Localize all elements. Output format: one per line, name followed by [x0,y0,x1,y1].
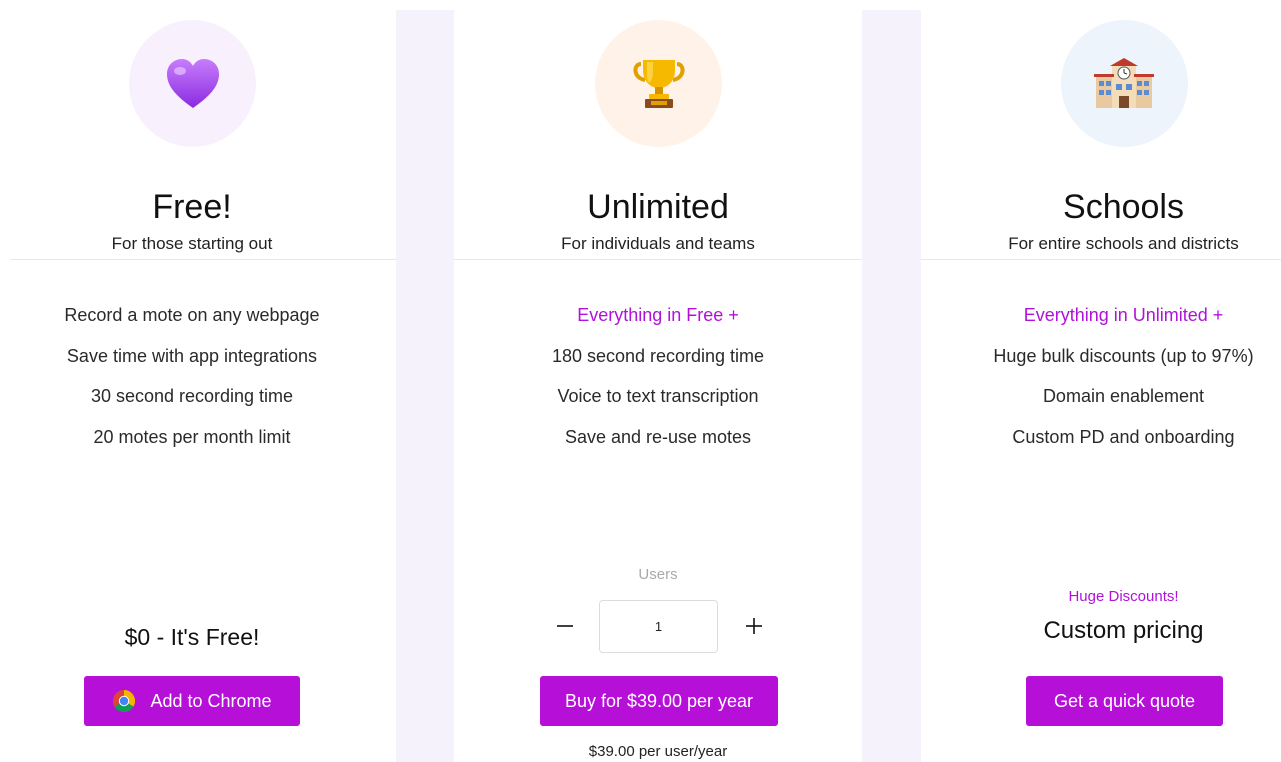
plan-subtitle: For individuals and teams [561,234,755,253]
plan-subtitle: For entire schools and districts [1008,234,1239,253]
feature-list: Everything in Free + 180 second recordin… [454,303,862,465]
feature-item: Save and re-use motes [564,426,752,447]
chrome-icon [113,690,136,713]
plan-price: Custom pricing [1043,617,1204,644]
feature-list: Record a mote on any webpage Save time w… [0,303,384,465]
users-label: Users [638,566,678,583]
feature-item: Record a mote on any webpage [64,305,320,325]
plan-name: Schools [1063,188,1184,226]
buy-button[interactable]: Buy for $39.00 per year [540,676,778,726]
feature-item: 30 second recording time [90,386,294,406]
get-quote-button[interactable]: Get a quick quote [1026,676,1223,726]
plan-subtitle: For those starting out [111,234,273,253]
button-label: Get a quick quote [1053,690,1196,711]
plan-card-unlimited: Unlimited For individuals and teams Ever… [454,0,862,762]
plan-name: Free! [152,188,232,226]
feature-item-highlight: Everything in Free + [577,305,739,325]
plan-card-free: Free! For those starting out Record a mo… [0,0,384,762]
feature-item: Voice to text transcription [557,386,759,406]
plan-icon-badge [595,20,722,147]
minus-icon [557,625,573,627]
plan-card-schools: Schools For entire schools and districts… [966,0,1281,762]
users-quantity-input[interactable] [599,600,718,653]
pricing-page: Free! For those starting out Record a mo… [0,0,1281,762]
per-user-price-note: $39.00 per user/year [588,743,728,760]
feature-item-highlight: Everything in Unlimited + [1023,305,1224,325]
feature-item: Huge bulk discounts (up to 97%) [993,345,1254,366]
plan-name: Unlimited [587,188,729,226]
plan-icon-badge [1060,20,1188,147]
feature-item: 180 second recording time [551,345,765,366]
button-label: Add to Chrome [150,690,272,711]
plus-icon [746,618,762,634]
discount-tag: Huge Discounts! [1068,588,1179,605]
feature-list: Everything in Unlimited + Huge bulk disc… [966,303,1281,465]
purple-heart-icon [166,58,219,108]
decrease-users-button[interactable] [550,611,580,641]
feature-item: 20 motes per month limit [93,426,291,447]
column-gutter [862,10,921,762]
increase-users-button[interactable] [739,611,769,641]
button-label: Buy for $39.00 per year [564,690,754,711]
plan-icon-badge [129,20,256,147]
feature-item: Domain enablement [1042,386,1205,406]
feature-item: Save time with app integrations [66,345,318,366]
add-to-chrome-button[interactable]: Add to Chrome [84,676,300,726]
plan-price: $0 - It's Free! [124,624,260,650]
column-gutter [396,10,454,762]
feature-item: Custom PD and onboarding [1012,426,1235,447]
trophy-icon [633,59,684,108]
school-building-icon [1094,57,1154,108]
